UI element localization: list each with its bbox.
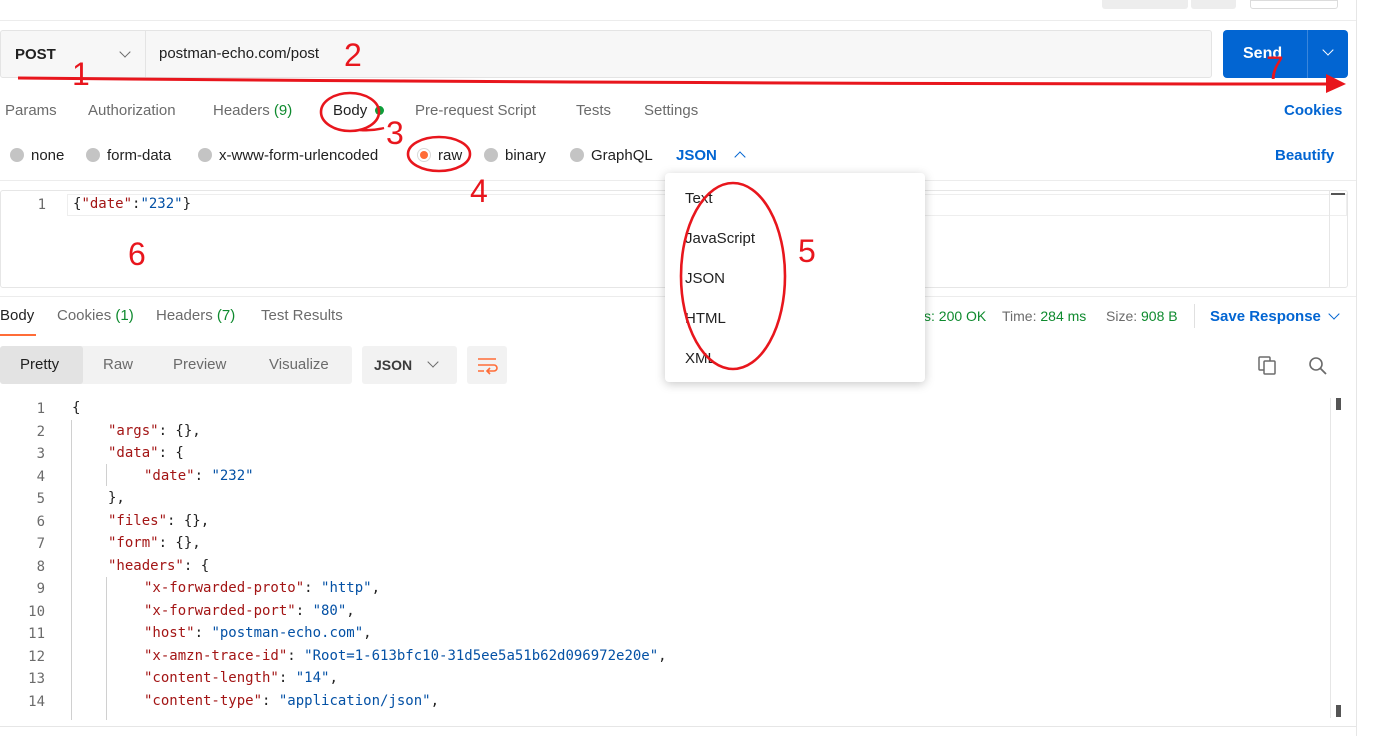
annotation-arrowhead (1326, 74, 1346, 93)
annotation-label: 1 (72, 56, 90, 92)
annotation-arrow (17, 76, 1331, 86)
annotation-label: 5 (798, 233, 816, 269)
annotation-label: 4 (470, 173, 488, 209)
annotation-label: 6 (128, 236, 146, 272)
annotation-overlay (17, 74, 1346, 371)
annotation-label: 3 (386, 115, 404, 151)
annotation-circle-dropdown (679, 181, 787, 371)
annotation-label: 7 (1266, 50, 1284, 86)
annotation-circle-body (319, 91, 381, 133)
annotation-circle-raw (406, 135, 472, 173)
annotation-label: 2 (344, 37, 362, 73)
